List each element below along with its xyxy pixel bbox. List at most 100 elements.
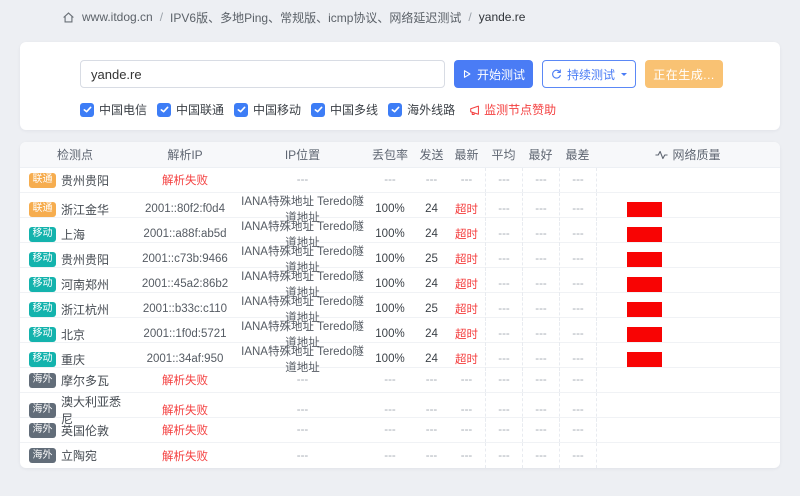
resolved-ip: 解析失败: [130, 372, 240, 388]
start-test-button[interactable]: 开始测试: [454, 60, 533, 88]
table-row: 移动 重庆 2001::34af:950 IANA特殊地址 Teredo隧道地址…: [20, 343, 780, 368]
node-cell: 移动 贵州贵阳: [20, 251, 130, 268]
resolved-ip: 解析失败: [130, 172, 240, 188]
header-sent: 发送: [415, 146, 448, 163]
resolved-ip: 解析失败: [130, 448, 240, 464]
node-cell: 联通 贵州贵阳: [20, 172, 130, 189]
header-loss: 丢包率: [365, 146, 415, 163]
breadcrumb: www.itdog.cn / IPV6版、多地Ping、常规版、icmp协议、网…: [0, 0, 800, 34]
checkbox-checked-icon[interactable]: [80, 103, 94, 117]
carrier-badge: 移动: [29, 252, 56, 267]
header-quality-label: 网络质量: [672, 146, 720, 163]
pulse-icon: [655, 150, 668, 160]
packet-loss: ---: [365, 404, 415, 416]
packet-loss: ---: [365, 374, 415, 386]
continuous-test-button[interactable]: 持续测试: [542, 60, 636, 88]
line-checkbox[interactable]: 中国多线: [311, 101, 378, 118]
sent-count: 24: [415, 328, 448, 340]
carrier-badge: 联通: [29, 202, 56, 217]
quality-cell: [596, 368, 780, 392]
resolved-ip: 解析失败: [130, 402, 240, 418]
header-ip: 解析IP: [130, 146, 240, 163]
ip-location: ---: [240, 174, 365, 186]
checkbox-checked-icon[interactable]: [311, 103, 325, 117]
sent-count: ---: [415, 374, 448, 386]
checkbox-label: 中国多线: [330, 101, 378, 118]
table-row: 移动 浙江杭州 2001::b33c:c110 IANA特殊地址 Teredo隧…: [20, 293, 780, 318]
quality-bar: [627, 227, 662, 242]
test-panel: 开始测试 持续测试 正在生成... 中国电信 中国联通 中国移动 中国多线: [20, 42, 780, 130]
ip-location: IANA特殊地址 Teredo隧道地址: [240, 343, 365, 375]
resolved-ip: 解析失败: [130, 422, 240, 438]
resolved-ip: 2001::b33c:c110: [130, 303, 240, 315]
latest-latency: ---: [448, 174, 485, 186]
header-quality: 网络质量: [596, 146, 780, 163]
checkbox-checked-icon[interactable]: [157, 103, 171, 117]
line-checkbox[interactable]: 海外线路: [388, 101, 455, 118]
best-latency: ---: [522, 443, 559, 468]
resolved-ip: 2001::34af:950: [130, 353, 240, 365]
table-row: 移动 北京 2001::1f0d:5721 IANA特殊地址 Teredo隧道地…: [20, 318, 780, 343]
quality-bar: [627, 302, 662, 317]
host-input[interactable]: [80, 60, 445, 88]
line-checkbox[interactable]: 中国联通: [157, 101, 224, 118]
carrier-badge: 移动: [29, 277, 56, 292]
breadcrumb-site[interactable]: www.itdog.cn: [82, 10, 153, 24]
best-latency: ---: [522, 418, 559, 442]
test-controls: 开始测试 持续测试 正在生成...: [80, 60, 780, 88]
sponsor-link[interactable]: 监测节点赞助: [469, 101, 556, 118]
sent-count: 24: [415, 203, 448, 215]
packet-loss: ---: [365, 424, 415, 436]
node-name: 贵州贵阳: [61, 172, 109, 189]
table-row: 联通 贵州贵阳 解析失败 --- --- --- --- --- --- ---: [20, 168, 780, 193]
quality-bar: [627, 277, 662, 292]
packet-loss: 100%: [365, 353, 415, 365]
node-cell: 联通 浙江金华: [20, 201, 130, 218]
node-name: 立陶宛: [61, 447, 97, 464]
line-filters: 中国电信 中国联通 中国移动 中国多线 海外线路 监测节点赞助: [80, 101, 780, 118]
packet-loss: 100%: [365, 253, 415, 265]
avg-latency: ---: [485, 443, 522, 468]
table-row: 海外 摩尔多瓦 解析失败 --- --- --- --- --- --- ---: [20, 368, 780, 393]
checkbox-label: 中国联通: [176, 101, 224, 118]
packet-loss: ---: [365, 450, 415, 462]
quality-bar: [627, 327, 662, 342]
worst-latency: ---: [559, 368, 596, 392]
node-name: 浙江杭州: [61, 301, 109, 318]
sent-count: 24: [415, 278, 448, 290]
latest-latency: 超时: [448, 201, 485, 217]
latest-latency: 超时: [448, 226, 485, 242]
header-avg: 平均: [485, 146, 522, 163]
start-test-label: 开始测试: [477, 66, 525, 83]
packet-loss: 100%: [365, 278, 415, 290]
checkbox-label: 海外线路: [407, 101, 455, 118]
header-node: 检测点: [20, 146, 130, 163]
checkbox-checked-icon[interactable]: [388, 103, 402, 117]
resolved-ip: 2001::a88f:ab5d: [130, 228, 240, 240]
quality-cell: [596, 418, 780, 442]
line-checkbox[interactable]: 中国移动: [234, 101, 301, 118]
generating-button[interactable]: 正在生成...: [645, 60, 723, 88]
node-name: 英国伦敦: [61, 422, 109, 439]
avg-latency: ---: [485, 418, 522, 442]
table-row: 移动 上海 2001::a88f:ab5d IANA特殊地址 Teredo隧道地…: [20, 218, 780, 243]
table-row: 移动 贵州贵阳 2001::c73b:9466 IANA特殊地址 Teredo隧…: [20, 243, 780, 268]
sponsor-label: 监测节点赞助: [484, 101, 556, 118]
quality-bar: [627, 352, 662, 367]
checkbox-checked-icon[interactable]: [234, 103, 248, 117]
node-cell: 海外 立陶宛: [20, 447, 130, 464]
carrier-badge: 移动: [29, 327, 56, 342]
quality-bar: [627, 252, 662, 267]
results-table: 检测点 解析IP IP位置 丢包率 发送 最新 平均 最好 最差 网络质量 联通…: [20, 142, 780, 468]
latest-latency: 超时: [448, 301, 485, 317]
header-latest: 最新: [448, 146, 485, 163]
worst-latency: ---: [559, 443, 596, 468]
node-name: 浙江金华: [61, 201, 109, 218]
node-cell: 海外 英国伦敦: [20, 422, 130, 439]
resolved-ip: 2001::c73b:9466: [130, 253, 240, 265]
breadcrumb-section[interactable]: IPV6版、多地Ping、常规版、icmp协议、网络延迟测试: [170, 9, 461, 26]
node-name: 重庆: [61, 351, 85, 368]
quality-cell: [596, 168, 780, 192]
line-checkbox[interactable]: 中国电信: [80, 101, 147, 118]
sent-count: ---: [415, 450, 448, 462]
